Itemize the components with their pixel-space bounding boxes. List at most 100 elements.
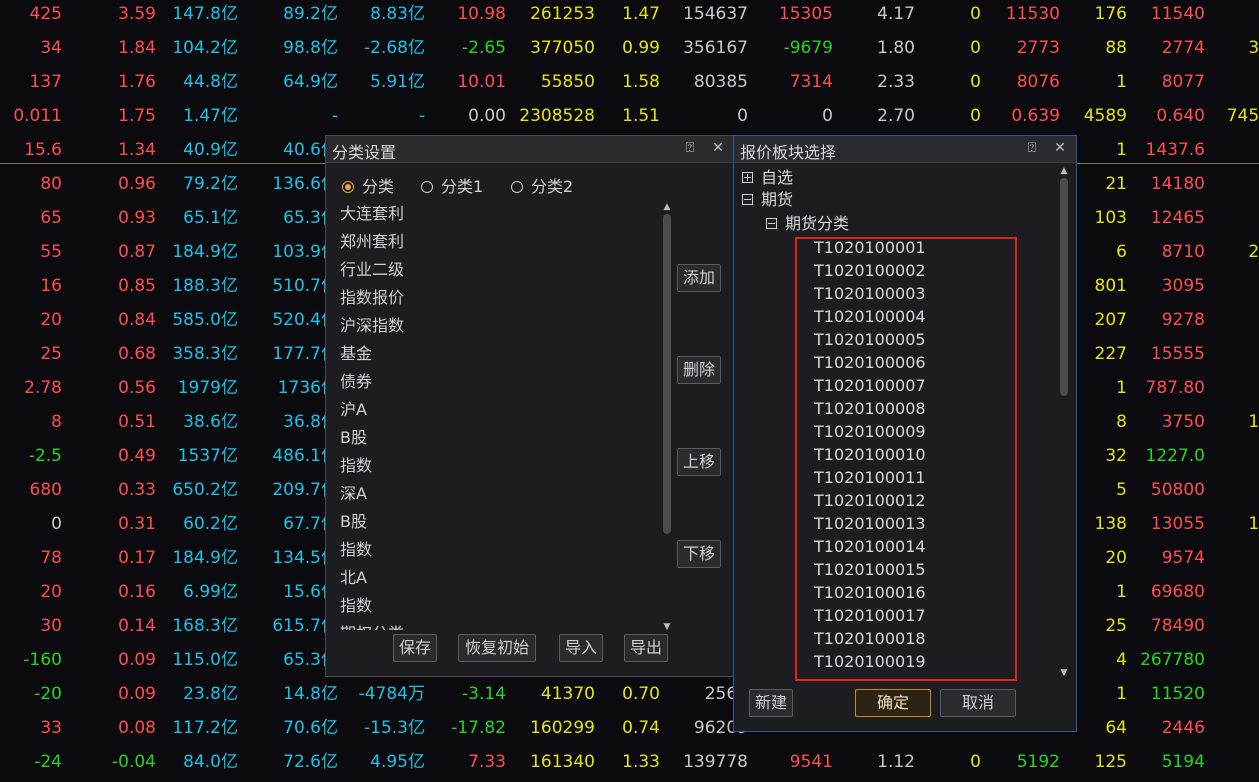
table-cell: 1537亿 xyxy=(177,446,238,466)
table-cell: 377050 xyxy=(530,38,595,58)
category-list-item[interactable]: 沪A xyxy=(340,396,650,424)
table-row[interactable]: -24 -0.04 84.0亿 72.6亿 4.95亿 7.33 161340 1.33 139… xyxy=(0,748,1259,782)
table-cell: 98.8亿 xyxy=(283,38,338,58)
table-cell: 13055 xyxy=(1150,514,1205,534)
dialog-titlebar[interactable]: 分类设置 ⍰ ✕ xyxy=(326,136,734,163)
table-cell: 801 xyxy=(1094,276,1127,296)
table-cell: 38.6亿 xyxy=(183,412,238,432)
table-cell: 1.58 xyxy=(622,72,660,92)
category-list-item[interactable]: B股 xyxy=(340,424,650,452)
table-cell: -2.65 xyxy=(462,38,506,58)
category-list-item[interactable]: 指数报价 xyxy=(340,284,650,312)
export-button[interactable]: 导出 xyxy=(624,634,668,662)
table-cell: 1 xyxy=(1116,684,1127,704)
table-cell: 64.9亿 xyxy=(283,72,338,92)
category-list-item[interactable]: 大连套利 xyxy=(340,200,650,228)
scrollbar-thumb[interactable] xyxy=(663,214,671,534)
table-cell: 1.47 xyxy=(622,4,660,24)
category-list-item[interactable]: 郑州套利 xyxy=(340,228,650,256)
category-list[interactable]: 大连套利 郑州套利 行业二级 指数报价 沪深指数 基金 债券 沪A B股 指数 深A B股 指数 北A 指数… xyxy=(340,200,650,630)
tree-scrollbar[interactable] xyxy=(1059,178,1069,668)
scroll-down-icon[interactable]: ▼ xyxy=(662,622,672,632)
category-list-item[interactable]: 行业二级 xyxy=(340,256,650,284)
table-cell: 14.8亿 xyxy=(283,684,338,704)
table-cell: -24 xyxy=(34,752,62,772)
radio-category-2[interactable]: 分类2 xyxy=(511,176,573,198)
table-cell: 0.08 xyxy=(118,718,156,738)
table-cell: 89.2亿 xyxy=(283,4,338,24)
import-button[interactable]: 导入 xyxy=(559,634,603,662)
tree-node-favorites[interactable]: 自选 xyxy=(742,167,793,189)
table-cell: 0 xyxy=(970,72,981,92)
collapse-icon[interactable] xyxy=(742,194,753,205)
radio-category-1[interactable]: 分类1 xyxy=(421,176,483,198)
help-icon[interactable]: ⍰ xyxy=(682,140,698,156)
radio-category[interactable]: 分类 xyxy=(342,176,394,198)
category-list-item[interactable]: 指数 xyxy=(340,592,650,620)
table-row[interactable]: 34 1.84 104.2亿 98.8亿 -2.68亿 -2.65 377050 0.99 35… xyxy=(0,34,1259,68)
table-row[interactable]: 0.011 1.75 1.47亿 - - 0.00 2308528 1.51 0 0 2.70 0 0.… xyxy=(0,102,1259,136)
category-list-item[interactable]: 沪深指数 xyxy=(340,312,650,340)
table-cell: 6 xyxy=(1116,242,1127,262)
table-cell: 4589 xyxy=(1083,106,1127,126)
table-cell: 21 xyxy=(1105,174,1127,194)
table-cell: 104.2亿 xyxy=(172,38,238,58)
scrollbar-thumb[interactable] xyxy=(1060,178,1068,396)
dialog-title: 报价板块选择 xyxy=(740,143,837,162)
table-cell: 9278 xyxy=(1161,310,1205,330)
scroll-up-icon[interactable]: ▲ xyxy=(662,202,672,212)
dialog-title: 分类设置 xyxy=(332,143,397,162)
table-cell: 5194 xyxy=(1161,752,1205,772)
table-row[interactable]: 137 1.76 44.8亿 64.9亿 5.91亿 10.01 55850 1.58 8038… xyxy=(0,68,1259,102)
table-cell: 8076 xyxy=(1016,72,1060,92)
table-cell: 41370 xyxy=(540,684,595,704)
confirm-button[interactable]: 确定 xyxy=(855,689,931,717)
table-cell: 1.80 xyxy=(877,38,915,58)
table-cell: 139778 xyxy=(683,752,748,772)
table-cell: 0.51 xyxy=(118,412,156,432)
delete-button[interactable]: 删除 xyxy=(677,356,721,384)
table-cell: 4 xyxy=(1116,650,1127,670)
add-button[interactable]: 添加 xyxy=(677,264,721,292)
save-button[interactable]: 保存 xyxy=(393,634,437,662)
table-cell: 25 xyxy=(40,344,62,364)
category-list-item[interactable]: 期权分类 xyxy=(340,620,650,630)
scroll-up-icon[interactable]: ▲ xyxy=(1059,166,1069,176)
table-cell: 80 xyxy=(40,174,62,194)
table-cell: 0.011 xyxy=(13,106,62,126)
table-cell: 0.09 xyxy=(118,684,156,704)
help-icon[interactable]: ⍰ xyxy=(1024,140,1040,156)
dialog-titlebar[interactable]: 报价板块选择 ⍰ ✕ xyxy=(734,136,1076,163)
table-cell: 147.8亿 xyxy=(172,4,238,24)
scroll-down-icon[interactable]: ▼ xyxy=(1059,668,1069,678)
table-cell: 8 xyxy=(51,412,62,432)
move-up-button[interactable]: 上移 xyxy=(677,448,721,476)
new-button[interactable]: 新建 xyxy=(749,689,793,717)
table-cell: 184.9亿 xyxy=(172,242,238,262)
category-scrollbar[interactable] xyxy=(662,214,672,624)
collapse-icon[interactable] xyxy=(766,218,777,229)
category-list-item[interactable]: 指数 xyxy=(340,452,650,480)
category-list-item[interactable]: 债券 xyxy=(340,368,650,396)
category-list-item[interactable]: 深A xyxy=(340,480,650,508)
tree-node-futures[interactable]: 期货 xyxy=(742,189,793,211)
category-list-item[interactable]: 指数 xyxy=(340,536,650,564)
restore-default-button[interactable]: 恢复初始 xyxy=(458,634,536,662)
radio-label: 分类 xyxy=(362,177,395,196)
category-list-item[interactable]: 北A xyxy=(340,564,650,592)
table-cell: - xyxy=(331,106,338,126)
close-icon[interactable]: ✕ xyxy=(710,140,726,156)
table-cell: 4.95亿 xyxy=(370,752,425,772)
close-icon[interactable]: ✕ xyxy=(1052,140,1068,156)
table-cell: 88 xyxy=(1105,38,1127,58)
category-list-item[interactable]: 基金 xyxy=(340,340,650,368)
tree-node-futures-category[interactable]: 期货分类 xyxy=(766,213,849,235)
move-down-button[interactable]: 下移 xyxy=(677,540,721,568)
table-cell: 0.09 xyxy=(118,650,156,670)
table-cell: 12465 xyxy=(1150,208,1205,228)
table-row[interactable]: 425 3.59 147.8亿 89.2亿 8.83亿 10.98 261253 1.47 15… xyxy=(0,0,1259,34)
table-cell: 2774 xyxy=(1161,38,1205,58)
expand-icon[interactable] xyxy=(742,172,753,183)
category-list-item[interactable]: B股 xyxy=(340,508,650,536)
cancel-button[interactable]: 取消 xyxy=(940,689,1016,717)
